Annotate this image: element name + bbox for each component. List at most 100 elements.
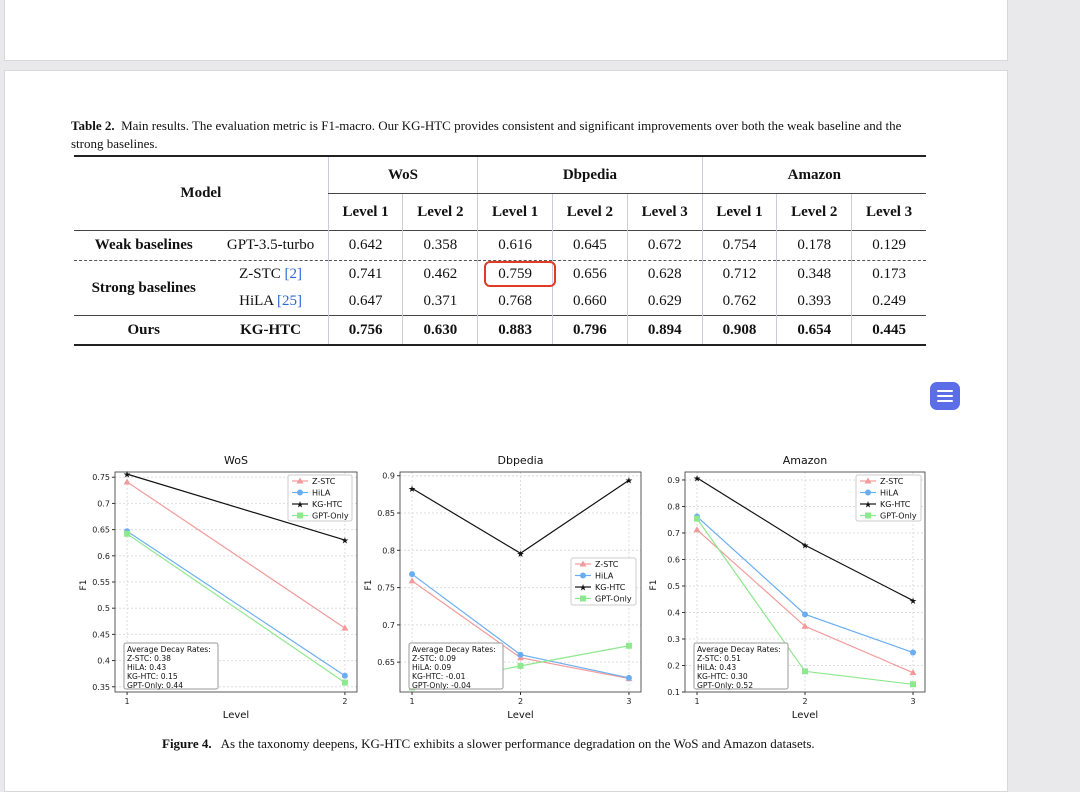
data-point bbox=[297, 489, 303, 496]
x-tick-label: 3 bbox=[626, 697, 631, 706]
table-cell: 0.654 bbox=[776, 315, 852, 346]
legend-label: GPT-Only bbox=[312, 512, 349, 521]
data-point bbox=[802, 611, 808, 618]
data-point bbox=[580, 572, 586, 579]
data-point: ★ bbox=[909, 597, 917, 607]
decay-rate-text: KG-HTC: -0.01 bbox=[412, 672, 466, 681]
y-tick-label: 0.65 bbox=[377, 658, 395, 667]
decay-rate-text: GPT-Only: 0.52 bbox=[697, 681, 753, 690]
row-model-label: GPT-3.5-turbo bbox=[213, 230, 329, 261]
decay-rate-text: GPT-Only: 0.44 bbox=[127, 681, 183, 690]
chart-legend: Z-STC HiLA ★ KG-HTC GPT-Only bbox=[570, 557, 637, 606]
decay-rates-box: Average Decay Rates:Z-STC: 0.51HiLA: 0.4… bbox=[693, 642, 789, 690]
table-cell: 0.628 bbox=[626, 260, 703, 288]
decay-rate-text: Average Decay Rates: bbox=[127, 645, 211, 654]
decay-rate-text: Average Decay Rates: bbox=[697, 645, 781, 654]
decay-rate-text: KG-HTC: 0.30 bbox=[697, 672, 748, 681]
y-tick-label: 0.8 bbox=[667, 502, 680, 511]
data-point bbox=[124, 530, 131, 537]
y-tick-label: 0.3 bbox=[667, 635, 680, 644]
group-header-wos: WoS bbox=[327, 155, 478, 194]
y-tick-label: 0.7 bbox=[382, 621, 395, 630]
table-cell: 0.642 bbox=[327, 230, 403, 261]
figure-caption: Figure 4. As the taxonomy deepens, KG-HT… bbox=[162, 736, 815, 752]
decay-rate-text: HiLA: 0.43 bbox=[127, 663, 166, 672]
table-cell: 0.660 bbox=[552, 288, 628, 316]
previous-page bbox=[4, 0, 1008, 61]
x-tick-label: 1 bbox=[410, 697, 415, 706]
line-charts-figure: 0.35 0.4 0.45 0.5 0.55 0.6 0.65 0.7 0.75 1 2 WoS Lev… bbox=[79, 454, 926, 721]
data-point: ★ bbox=[123, 471, 131, 481]
data-point: ★ bbox=[296, 501, 304, 511]
table-row-kghtc: Ours KG-HTC 0.756 0.630 0.883 0.796 0.89… bbox=[74, 315, 926, 346]
legend-label: Z-STC bbox=[880, 477, 904, 486]
group-header-dbpedia: Dbpedia bbox=[477, 155, 703, 194]
y-tick-label: 0.1 bbox=[667, 688, 680, 697]
legend-label: Z-STC bbox=[312, 477, 336, 486]
table-cell: 0.762 bbox=[701, 288, 777, 316]
x-tick-label: 2 bbox=[802, 697, 807, 706]
legend-label: HiLA bbox=[880, 489, 899, 498]
row-model-label: Z-STC [2] bbox=[213, 260, 329, 288]
table-cell: 0.712 bbox=[701, 260, 777, 288]
row-group-label: Ours bbox=[74, 315, 214, 346]
legend-label: GPT-Only bbox=[595, 595, 632, 604]
chat-assistant-button[interactable] bbox=[930, 382, 960, 410]
legend-label: HiLA bbox=[595, 572, 614, 581]
decay-rate-text: HiLA: 0.09 bbox=[412, 663, 451, 672]
y-tick-label: 0.85 bbox=[377, 509, 395, 518]
y-tick-label: 0.8 bbox=[382, 546, 395, 555]
figure-caption-label: Figure 4. bbox=[162, 736, 212, 751]
data-point bbox=[408, 577, 416, 584]
table-cell: 0.883 bbox=[477, 315, 553, 346]
figure-caption-text: As the taxonomy deepens, KG-HTC exhibits… bbox=[220, 736, 815, 751]
legend-label: GPT-Only bbox=[880, 512, 917, 521]
table-cell: 0.768 bbox=[477, 288, 553, 316]
y-tick-label: 0.5 bbox=[97, 604, 110, 613]
highlight-box bbox=[484, 261, 556, 287]
row-group-label: Weak baselines bbox=[74, 230, 214, 261]
data-point bbox=[802, 668, 808, 675]
table-cell: 0.647 bbox=[327, 288, 403, 316]
citation-link[interactable]: [25] bbox=[277, 293, 302, 309]
decay-rate-text: Z-STC: 0.09 bbox=[412, 654, 456, 663]
citation-link[interactable]: [2] bbox=[285, 266, 303, 282]
table-cell: 0.796 bbox=[552, 315, 628, 346]
y-tick-label: 0.2 bbox=[667, 661, 680, 670]
decay-rate-text: Z-STC: 0.51 bbox=[697, 654, 741, 663]
data-point bbox=[693, 526, 701, 533]
data-point bbox=[625, 642, 632, 649]
table-cell: 0.462 bbox=[402, 260, 478, 288]
data-point: ★ bbox=[864, 501, 872, 511]
data-point bbox=[297, 512, 303, 519]
y-axis-label: F1 bbox=[649, 580, 659, 591]
chart-legend: Z-STC HiLA ★ KG-HTC GPT-Only bbox=[855, 474, 922, 522]
level-header: Level 1 bbox=[477, 193, 553, 231]
y-tick-label: 0.35 bbox=[92, 683, 110, 692]
data-point bbox=[865, 489, 871, 496]
chart-title: Dbpedia bbox=[498, 454, 544, 467]
y-tick-label: 0.65 bbox=[92, 526, 110, 535]
table-cell: 0.445 bbox=[851, 315, 926, 346]
row-model-label: HiLA [25] bbox=[213, 288, 328, 316]
decay-rate-text: Average Decay Rates: bbox=[412, 645, 496, 654]
decay-rate-text: HiLA: 0.43 bbox=[697, 663, 736, 672]
y-tick-label: 0.45 bbox=[92, 630, 110, 639]
x-axis-label: Level bbox=[223, 710, 249, 721]
legend-label: KG-HTC bbox=[312, 500, 343, 509]
table-cell: 0.894 bbox=[626, 315, 703, 346]
x-tick-label: 1 bbox=[694, 697, 699, 706]
y-tick-label: 0.7 bbox=[97, 499, 110, 508]
chart-title: Amazon bbox=[783, 454, 827, 467]
table-cell: 0.645 bbox=[552, 230, 628, 261]
data-point bbox=[865, 512, 871, 519]
data-point bbox=[694, 515, 700, 522]
table-cell: 0.129 bbox=[851, 230, 926, 261]
data-point bbox=[409, 571, 416, 578]
level-header: Level 2 bbox=[402, 193, 478, 231]
level-header: Level 2 bbox=[776, 193, 852, 231]
decay-rate-text: KG-HTC: 0.15 bbox=[127, 672, 178, 681]
chart-wos: 0.35 0.4 0.45 0.5 0.55 0.6 0.65 0.7 0.75 1 2 WoS Lev… bbox=[79, 454, 358, 721]
data-point bbox=[910, 681, 916, 688]
y-tick-label: 0.6 bbox=[97, 552, 110, 561]
